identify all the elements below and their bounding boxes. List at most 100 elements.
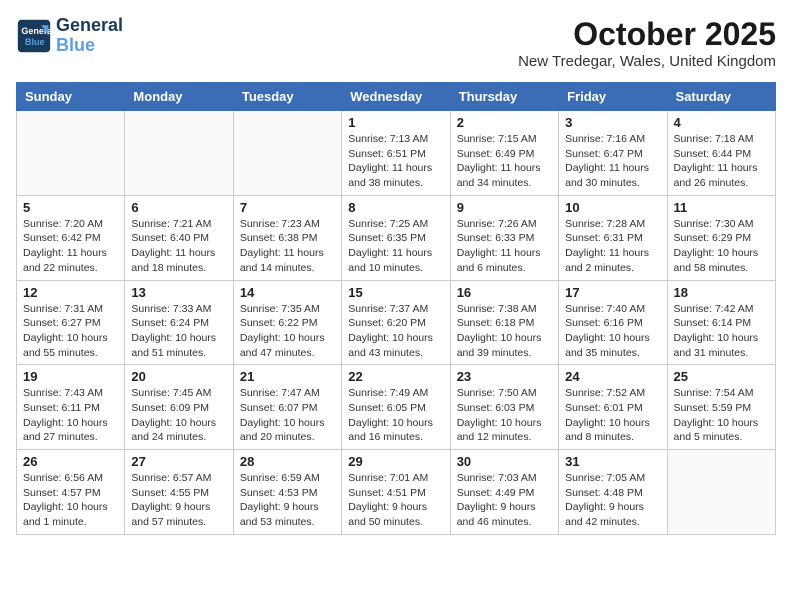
day-info: Sunrise: 7:50 AM Sunset: 6:03 PM Dayligh…: [457, 386, 552, 445]
calendar-cell: 13 Sunrise: 7:33 AM Sunset: 6:24 PM Dayli…: [125, 280, 233, 365]
day-info: Sunrise: 7:25 AM Sunset: 6:35 PM Dayligh…: [348, 217, 443, 276]
weekday-header-saturday: Saturday: [667, 83, 775, 111]
calendar-cell: 3 Sunrise: 7:16 AM Sunset: 6:47 PM Daylig…: [559, 111, 667, 196]
day-number: 2: [457, 115, 552, 130]
day-info: Sunrise: 7:01 AM Sunset: 4:51 PM Dayligh…: [348, 471, 443, 530]
day-info: Sunrise: 7:15 AM Sunset: 6:49 PM Dayligh…: [457, 132, 552, 191]
calendar-cell: 26 Sunrise: 6:56 AM Sunset: 4:57 PM Dayli…: [17, 450, 125, 535]
calendar-cell: 18Sunrise: 7:42 AM Sunset: 6:14 PM Dayli…: [667, 280, 775, 365]
weekday-header-wednesday: Wednesday: [342, 83, 450, 111]
calendar-cell: 30 Sunrise: 7:03 AM Sunset: 4:49 PM Dayli…: [450, 450, 558, 535]
weekday-header-row: SundayMondayTuesdayWednesdayThursdayFrid…: [17, 83, 776, 111]
day-info: Sunrise: 6:56 AM Sunset: 4:57 PM Dayligh…: [23, 471, 118, 530]
calendar-cell: 31 Sunrise: 7:05 AM Sunset: 4:48 PM Dayli…: [559, 450, 667, 535]
day-number: 11: [674, 200, 769, 215]
calendar-cell: 14Sunrise: 7:35 AM Sunset: 6:22 PM Dayli…: [233, 280, 341, 365]
month-title: October 2025: [518, 16, 776, 53]
week-row-2: 5Sunrise: 7:20 AM Sunset: 6:42 PM Daylig…: [17, 195, 776, 280]
week-row-1: 1 Sunrise: 7:13 AM Sunset: 6:51 PM Daylig…: [17, 111, 776, 196]
day-number: 30: [457, 454, 552, 469]
day-info: Sunrise: 7:05 AM Sunset: 4:48 PM Dayligh…: [565, 471, 660, 530]
calendar-cell: 20 Sunrise: 7:45 AM Sunset: 6:09 PM Dayli…: [125, 365, 233, 450]
title-block: October 2025 New Tredegar, Wales, United…: [518, 16, 776, 70]
calendar-cell: [125, 111, 233, 196]
weekday-header-sunday: Sunday: [17, 83, 125, 111]
weekday-header-friday: Friday: [559, 83, 667, 111]
day-number: 7: [240, 200, 335, 215]
weekday-header-thursday: Thursday: [450, 83, 558, 111]
calendar-cell: 11Sunrise: 7:30 AM Sunset: 6:29 PM Dayli…: [667, 195, 775, 280]
day-number: 5: [23, 200, 118, 215]
calendar-cell: [233, 111, 341, 196]
day-number: 14: [240, 285, 335, 300]
logo-text-line1: General: [56, 16, 123, 36]
day-number: 21: [240, 369, 335, 384]
calendar-cell: 2 Sunrise: 7:15 AM Sunset: 6:49 PM Daylig…: [450, 111, 558, 196]
day-number: 15: [348, 285, 443, 300]
day-number: 3: [565, 115, 660, 130]
day-info: Sunrise: 7:03 AM Sunset: 4:49 PM Dayligh…: [457, 471, 552, 530]
day-number: 25: [674, 369, 769, 384]
calendar-cell: 9 Sunrise: 7:26 AM Sunset: 6:33 PM Daylig…: [450, 195, 558, 280]
day-info: Sunrise: 7:21 AM Sunset: 6:40 PM Dayligh…: [131, 217, 226, 276]
calendar-cell: 23 Sunrise: 7:50 AM Sunset: 6:03 PM Dayli…: [450, 365, 558, 450]
day-number: 20: [131, 369, 226, 384]
day-number: 26: [23, 454, 118, 469]
day-number: 29: [348, 454, 443, 469]
calendar-cell: 24 Sunrise: 7:52 AM Sunset: 6:01 PM Dayli…: [559, 365, 667, 450]
day-number: 10: [565, 200, 660, 215]
day-number: 16: [457, 285, 552, 300]
logo-text-line2: Blue: [56, 36, 123, 56]
calendar-cell: [17, 111, 125, 196]
day-number: 18: [674, 285, 769, 300]
day-number: 19: [23, 369, 118, 384]
calendar-cell: 15 Sunrise: 7:37 AM Sunset: 6:20 PM Dayli…: [342, 280, 450, 365]
day-number: 13: [131, 285, 226, 300]
calendar-cell: 4 Sunrise: 7:18 AM Sunset: 6:44 PM Daylig…: [667, 111, 775, 196]
day-number: 9: [457, 200, 552, 215]
weekday-header-tuesday: Tuesday: [233, 83, 341, 111]
calendar-cell: 8Sunrise: 7:25 AM Sunset: 6:35 PM Daylig…: [342, 195, 450, 280]
calendar-cell: [667, 450, 775, 535]
day-number: 12: [23, 285, 118, 300]
calendar-cell: 22Sunrise: 7:49 AM Sunset: 6:05 PM Dayli…: [342, 365, 450, 450]
calendar-cell: 16Sunrise: 7:38 AM Sunset: 6:18 PM Dayli…: [450, 280, 558, 365]
day-info: Sunrise: 7:43 AM Sunset: 6:11 PM Dayligh…: [23, 386, 118, 445]
calendar-cell: 28Sunrise: 6:59 AM Sunset: 4:53 PM Dayli…: [233, 450, 341, 535]
day-info: Sunrise: 7:18 AM Sunset: 6:44 PM Dayligh…: [674, 132, 769, 191]
day-info: Sunrise: 7:47 AM Sunset: 6:07 PM Dayligh…: [240, 386, 335, 445]
page-header: General Blue General Blue October 2025 N…: [16, 16, 776, 70]
day-info: Sunrise: 6:57 AM Sunset: 4:55 PM Dayligh…: [131, 471, 226, 530]
week-row-3: 12 Sunrise: 7:31 AM Sunset: 6:27 PM Dayli…: [17, 280, 776, 365]
day-number: 31: [565, 454, 660, 469]
calendar-cell: 17Sunrise: 7:40 AM Sunset: 6:16 PM Dayli…: [559, 280, 667, 365]
weekday-header-monday: Monday: [125, 83, 233, 111]
day-info: Sunrise: 7:52 AM Sunset: 6:01 PM Dayligh…: [565, 386, 660, 445]
day-info: Sunrise: 7:31 AM Sunset: 6:27 PM Dayligh…: [23, 302, 118, 361]
svg-text:Blue: Blue: [25, 37, 45, 47]
logo-icon: General Blue: [16, 18, 52, 54]
day-info: Sunrise: 7:54 AM Sunset: 5:59 PM Dayligh…: [674, 386, 769, 445]
logo: General Blue General Blue: [16, 16, 123, 56]
day-number: 6: [131, 200, 226, 215]
calendar-cell: 7 Sunrise: 7:23 AM Sunset: 6:38 PM Daylig…: [233, 195, 341, 280]
day-info: Sunrise: 7:23 AM Sunset: 6:38 PM Dayligh…: [240, 217, 335, 276]
day-info: Sunrise: 7:13 AM Sunset: 6:51 PM Dayligh…: [348, 132, 443, 191]
day-info: Sunrise: 7:26 AM Sunset: 6:33 PM Dayligh…: [457, 217, 552, 276]
calendar-cell: 29 Sunrise: 7:01 AM Sunset: 4:51 PM Dayli…: [342, 450, 450, 535]
day-info: Sunrise: 7:16 AM Sunset: 6:47 PM Dayligh…: [565, 132, 660, 191]
day-number: 4: [674, 115, 769, 130]
day-info: Sunrise: 7:49 AM Sunset: 6:05 PM Dayligh…: [348, 386, 443, 445]
day-info: Sunrise: 7:37 AM Sunset: 6:20 PM Dayligh…: [348, 302, 443, 361]
week-row-5: 26 Sunrise: 6:56 AM Sunset: 4:57 PM Dayli…: [17, 450, 776, 535]
day-info: Sunrise: 7:33 AM Sunset: 6:24 PM Dayligh…: [131, 302, 226, 361]
day-number: 24: [565, 369, 660, 384]
day-number: 23: [457, 369, 552, 384]
calendar-cell: 5Sunrise: 7:20 AM Sunset: 6:42 PM Daylig…: [17, 195, 125, 280]
day-info: Sunrise: 7:45 AM Sunset: 6:09 PM Dayligh…: [131, 386, 226, 445]
location: New Tredegar, Wales, United Kingdom: [518, 53, 776, 70]
day-number: 17: [565, 285, 660, 300]
calendar-cell: 10Sunrise: 7:28 AM Sunset: 6:31 PM Dayli…: [559, 195, 667, 280]
day-number: 1: [348, 115, 443, 130]
calendar-cell: 6 Sunrise: 7:21 AM Sunset: 6:40 PM Daylig…: [125, 195, 233, 280]
